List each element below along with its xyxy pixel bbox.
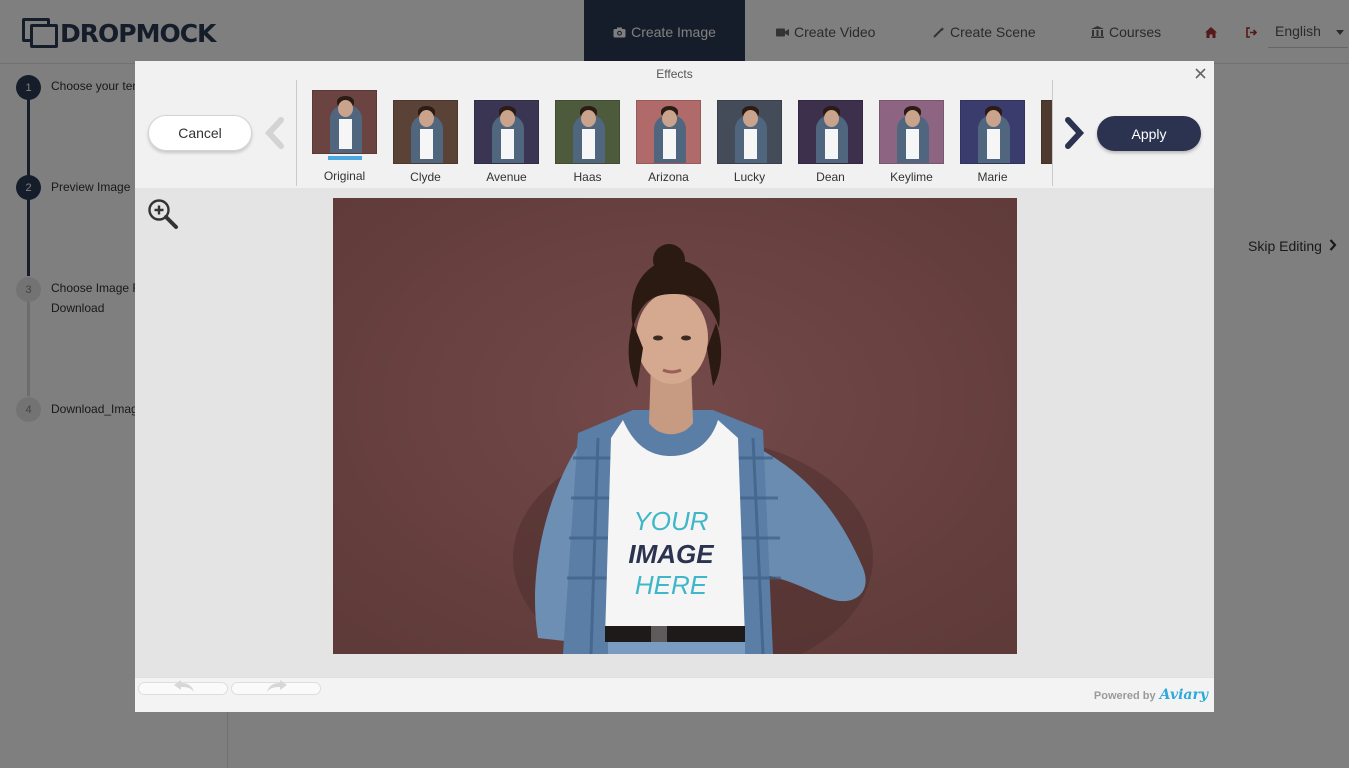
effect-label: Clyde <box>410 170 441 184</box>
redo-icon <box>267 680 287 692</box>
apply-button[interactable]: Apply <box>1097 116 1201 151</box>
image-editor-modal: Effects Cancel Original Clyde Avenue Haa… <box>135 61 1214 712</box>
cancel-button[interactable]: Cancel <box>148 115 252 151</box>
effect-dean[interactable]: Dean <box>798 100 863 184</box>
effect-label: Original <box>323 169 366 183</box>
effect-label: Arizona <box>648 170 689 184</box>
shirt-text-line-2: IMAGE <box>628 539 714 569</box>
effect-arizona[interactable]: Arizona <box>636 100 701 184</box>
divider <box>1052 80 1053 186</box>
powered-by-label: Powered by <box>1093 690 1156 702</box>
effect-marie[interactable]: Marie <box>960 100 1025 184</box>
powered-by: Powered by Aviary <box>1094 687 1208 703</box>
effect-label: Haas <box>573 170 602 184</box>
effect-clyde[interactable]: Clyde <box>393 100 458 184</box>
effect-lucky[interactable]: Lucky <box>717 100 782 184</box>
effect-thumbnail <box>717 100 782 164</box>
effect-thumbnail <box>636 100 701 164</box>
shirt-text-line-1: YOUR <box>633 506 708 536</box>
woman-tshirt-mockup-image: YOUR IMAGE HERE <box>333 198 1017 654</box>
next-effects-button[interactable] <box>1061 117 1087 149</box>
selected-indicator <box>327 156 362 160</box>
shirt-text-line-3: HERE <box>635 570 708 600</box>
effect-thumbnail <box>312 90 377 154</box>
effect-label: Marie <box>977 170 1008 184</box>
effect-haas[interactable]: Haas <box>555 100 620 184</box>
close-icon[interactable] <box>1192 67 1208 83</box>
chevron-right-icon <box>1065 117 1085 149</box>
effect-thumbnail <box>879 100 944 164</box>
previous-effects-button[interactable] <box>262 117 288 149</box>
effects-strip: Original Clyde Avenue Haas Arizona Lucky… <box>297 89 1052 189</box>
effect-keylime[interactable]: Keylime <box>879 100 944 184</box>
effect-label: Dean <box>816 170 845 184</box>
editor-canvas: YOUR IMAGE HERE <box>135 188 1214 677</box>
effect-thumbnail <box>1041 100 1052 164</box>
mockup-photo[interactable]: YOUR IMAGE HERE <box>333 198 1017 654</box>
effect-label: Keylime <box>890 170 933 184</box>
effect-thumbnail <box>555 100 620 164</box>
undo-icon <box>174 680 194 692</box>
effects-title: Effects <box>656 67 693 81</box>
effect-label: Bo <box>1041 170 1052 184</box>
chevron-left-icon <box>264 117 284 149</box>
effect-original[interactable]: Original <box>312 90 377 183</box>
undo-button[interactable] <box>138 680 228 695</box>
effect-thumbnail <box>474 100 539 164</box>
zoom-in-icon[interactable] <box>147 198 179 230</box>
redo-button[interactable] <box>231 680 321 695</box>
effect-avenue[interactable]: Avenue <box>474 100 539 184</box>
aviary-logo[interactable]: Aviary <box>1160 687 1208 703</box>
effect-bo[interactable]: Bo <box>1041 100 1052 184</box>
effect-thumbnail <box>798 100 863 164</box>
effect-thumbnail <box>393 100 458 164</box>
effect-label: Lucky <box>733 170 766 184</box>
effect-label: Avenue <box>486 170 527 184</box>
editor-footer: Powered by Aviary <box>135 677 1214 712</box>
effect-thumbnail <box>960 100 1025 164</box>
